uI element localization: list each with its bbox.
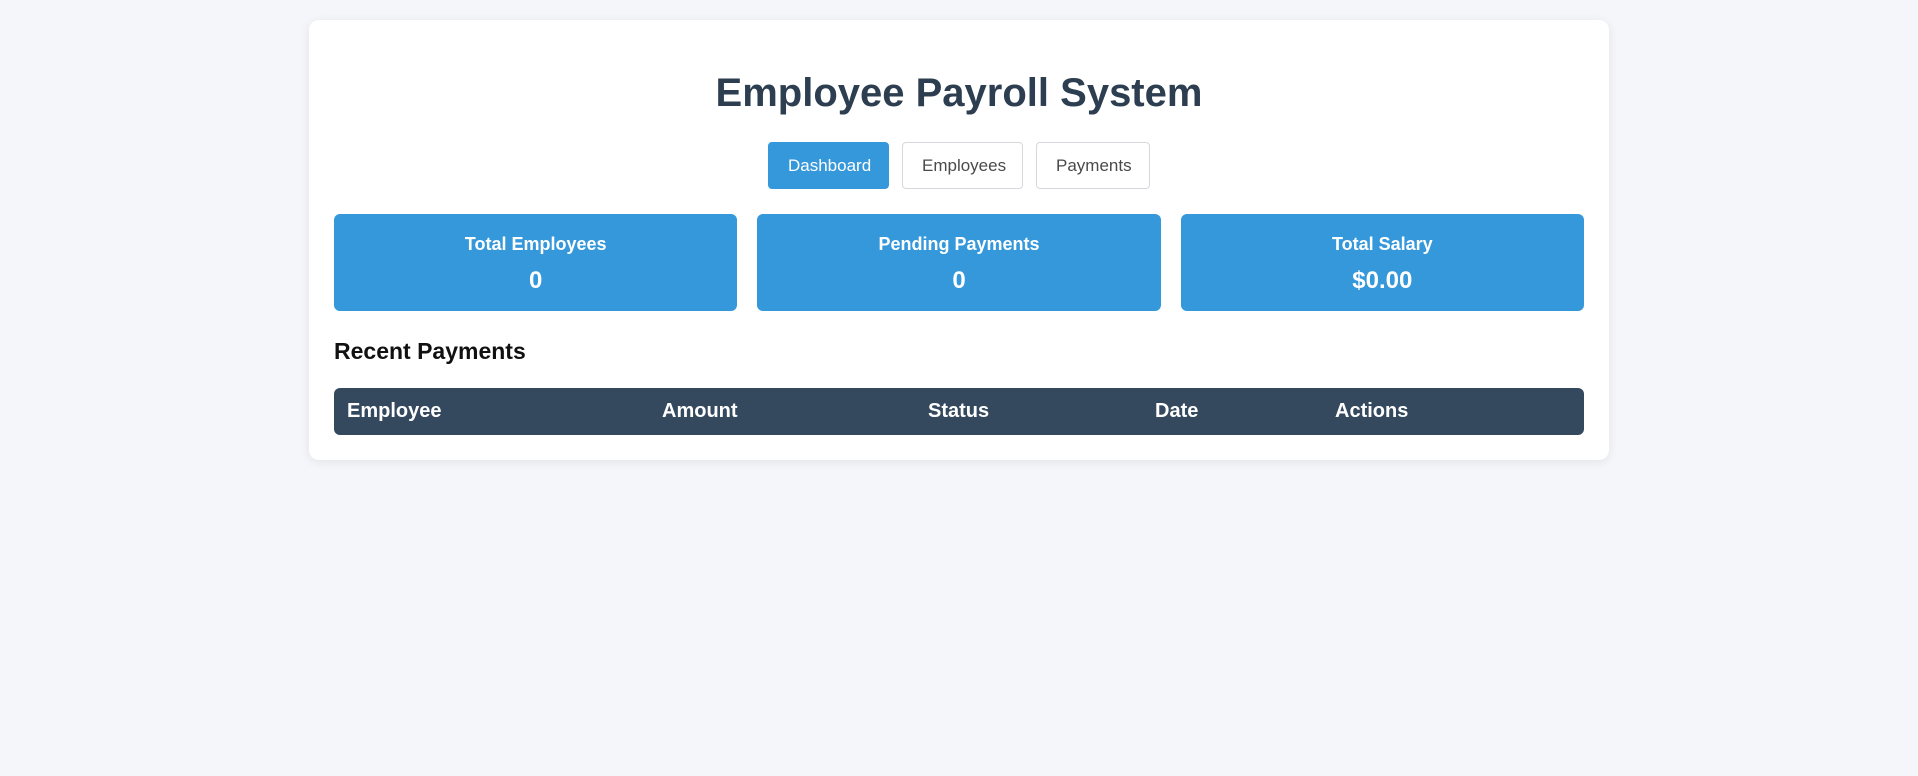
tab-employees[interactable]: Employees	[902, 142, 1023, 189]
stat-value: $0.00	[1352, 267, 1413, 294]
column-header-status[interactable]: Status	[915, 388, 1142, 435]
tab-payments[interactable]: Payments	[1036, 142, 1150, 189]
payments-table: Employee Amount Status Date Actions	[334, 388, 1584, 435]
stat-card-pending-payments: Pending Payments 0	[757, 214, 1161, 311]
page-title: Employee Payroll System	[715, 71, 1203, 115]
stats-row: Total Employees 0 Pending Payments 0 Tot…	[334, 214, 1584, 311]
main-container: Employee Payroll System Dashboard Employ…	[309, 20, 1609, 460]
column-header-date[interactable]: Date	[1142, 388, 1322, 435]
stat-label: Total Salary	[1331, 234, 1433, 254]
column-header-amount[interactable]: Amount	[649, 388, 915, 435]
stat-value: 0	[528, 267, 543, 294]
section-title-recent-payments: Recent Payments	[334, 338, 526, 364]
column-header-actions[interactable]: Actions	[1322, 388, 1584, 435]
table-header-row: Employee Amount Status Date Actions	[334, 388, 1584, 435]
stat-label: Pending Payments	[878, 234, 1040, 254]
stat-card-total-employees: Total Employees 0	[334, 214, 738, 311]
table-header: Employee Amount Status Date Actions	[334, 388, 1584, 435]
column-header-employee[interactable]: Employee	[334, 388, 649, 435]
stat-label: Total Employees	[464, 234, 607, 254]
stat-value: 0	[952, 267, 966, 294]
stat-card-total-salary: Total Salary $0.00	[1180, 214, 1584, 311]
tab-dashboard[interactable]: Dashboard	[768, 142, 889, 189]
nav-bar: Dashboard Employees Payments	[334, 142, 1584, 189]
